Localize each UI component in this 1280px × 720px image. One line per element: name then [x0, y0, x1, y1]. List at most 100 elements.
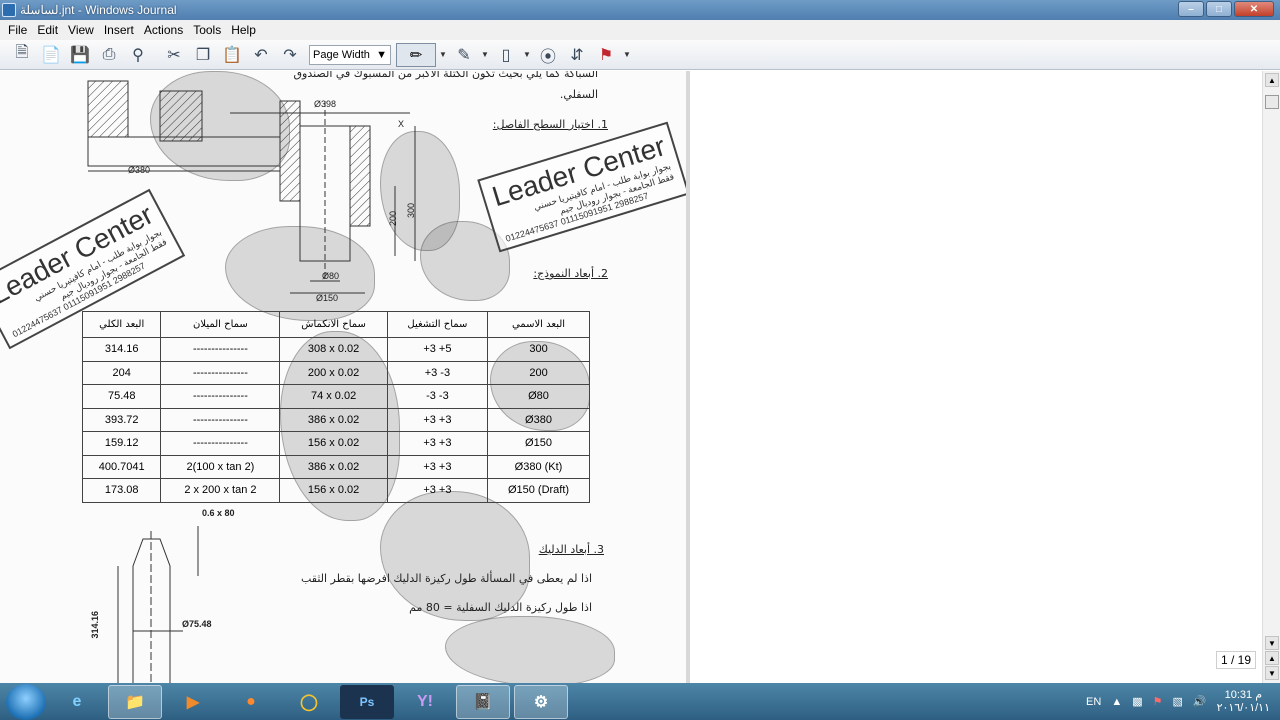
col-total: البعد الكلي — [81, 311, 162, 338]
section-3-line-1: اذا لم يعطى في المسألة طول ركيزة الدليك … — [300, 572, 592, 585]
col-draft: سماح الميلان — [160, 311, 281, 338]
copy-icon[interactable]: ❐ — [189, 42, 217, 68]
minimize-button[interactable]: – — [1178, 1, 1204, 17]
yahoo-messenger-icon[interactable]: Y! — [398, 685, 452, 719]
menu-edit[interactable]: Edit — [32, 23, 63, 37]
table-cell: 159.12 — [81, 431, 162, 456]
section-3-line-2: اذا طول ركيزة الدليك السفلية = 80 مم — [409, 601, 592, 614]
dim-label: Ø150 — [316, 293, 339, 303]
table-cell: 156 x 0.02 — [279, 478, 388, 503]
menu-tools[interactable]: Tools — [188, 23, 226, 37]
volume-icon[interactable]: 🔊 — [1193, 695, 1207, 708]
app-icon[interactable]: ⚙ — [514, 684, 568, 719]
table-cell: --------------- — [160, 384, 281, 409]
dim-label: 300 — [406, 203, 416, 219]
window-title: لساسلة.jnt - Windows Journal — [20, 3, 177, 17]
title-bar: لساسلة.jnt - Windows Journal – □ ✕ — [0, 0, 1280, 20]
print-icon[interactable]: ⎙ — [95, 42, 123, 68]
firefox-icon[interactable]: ● — [224, 685, 278, 719]
col-shrink: سماح الانكماش — [279, 311, 388, 338]
clock[interactable]: 10:31 م ٢٠١٦/٠١/١١ — [1217, 689, 1270, 715]
scroll-down-icon[interactable]: ▼ — [1265, 636, 1279, 650]
redo-icon[interactable]: ↷ — [276, 42, 304, 68]
paste-icon[interactable]: 📋 — [218, 42, 246, 68]
security-flag-icon[interactable]: ⚑ — [1153, 695, 1163, 708]
close-button[interactable]: ✕ — [1234, 1, 1274, 17]
taskbar: e 📁 ▶ ● ◯ Ps Y! 📓 ⚙ EN ▲ ▩ ⚑ ▧ 🔊 10:31 م… — [0, 683, 1280, 720]
blank-canvas[interactable] — [694, 71, 1262, 683]
eraser-dropdown-icon[interactable]: ▼ — [521, 50, 533, 59]
table-cell: 200 x 0.02 — [279, 360, 388, 385]
table-cell: 386 x 0.02 — [279, 454, 388, 479]
scroll-thumb[interactable] — [1265, 95, 1279, 109]
previous-page-icon[interactable]: ▲ — [1265, 651, 1279, 665]
find-icon[interactable]: ⚲ — [124, 42, 152, 68]
media-player-icon[interactable]: ▶ — [166, 685, 220, 719]
menu-help[interactable]: Help — [226, 23, 261, 37]
pen-icon[interactable]: ✏ — [396, 42, 436, 67]
scan-artifact — [445, 616, 615, 683]
pen-dropdown-icon[interactable]: ▼ — [437, 50, 449, 59]
ie-icon[interactable]: e — [50, 685, 104, 719]
journal-icon[interactable]: 📓 — [456, 684, 510, 719]
highlighter-dropdown-icon[interactable]: ▼ — [479, 50, 491, 59]
document-area[interactable]: Ø380 Ø398 X 300 200 Ø80 Ø150 السباكة كما… — [0, 71, 1262, 683]
maximize-button[interactable]: □ — [1206, 1, 1232, 17]
network-icon[interactable]: ▩ — [1132, 695, 1142, 708]
table-cell: +3 +3 — [386, 454, 489, 479]
table-cell: +3 +3 — [386, 407, 489, 432]
menu-view[interactable]: View — [63, 23, 99, 37]
dim-label: X — [398, 119, 405, 129]
table-cell: +3 +3 — [386, 478, 489, 503]
tray-chevron-icon[interactable]: ▲ — [1111, 696, 1122, 708]
table-cell: --------------- — [160, 407, 281, 432]
lasso-icon[interactable]: ⦿ — [534, 42, 562, 68]
table-row: 314.16 --------------- 308 x 0.02 +3 +5 300 — [81, 337, 590, 362]
heading-line-2: السفلي. — [559, 88, 598, 101]
journal-page[interactable]: Ø380 Ø398 X 300 200 Ø80 Ø150 السباكة كما… — [0, 71, 690, 683]
eraser-icon[interactable]: ▯ — [492, 42, 520, 68]
heading-line-1: السباكة كما يلي بحيث تكون الكتلة الأكبر … — [293, 71, 598, 80]
flag-dropdown-icon[interactable]: ▼ — [621, 50, 633, 59]
dim-label: 200 — [388, 211, 398, 227]
system-tray: EN ▲ ▩ ⚑ ▧ 🔊 10:31 م ٢٠١٦/٠١/١١ — [1086, 683, 1280, 720]
table-cell: Ø80 — [487, 384, 590, 409]
battery-icon[interactable]: ▧ — [1173, 695, 1183, 708]
flag-icon[interactable]: ⚑ — [592, 42, 620, 68]
table-row: 400.7041 2(100 x tan 2) 386 x 0.02 +3 +3 Ø38… — [81, 454, 590, 479]
undo-icon[interactable]: ↶ — [247, 42, 275, 68]
explorer-icon[interactable]: 📁 — [108, 684, 162, 719]
cut-icon[interactable]: ✂ — [160, 42, 188, 68]
photoshop-icon[interactable]: Ps — [340, 684, 394, 719]
table-cell: 173.08 — [81, 478, 162, 503]
journal-app-icon[interactable] — [2, 3, 16, 17]
section-2-title: 2. أبعاد النموذج: — [533, 267, 608, 280]
menu-file[interactable]: File — [3, 23, 32, 37]
zoom-select[interactable]: Page Width ▼ — [309, 44, 391, 65]
dim-label: Ø75.48 — [182, 619, 212, 629]
new-page-icon[interactable]: 📄 — [37, 42, 65, 68]
table-row: 173.08 2 x 200 x tan 2 156 x 0.02 +3 +3 Ø150… — [81, 478, 590, 503]
highlighter-icon[interactable]: ✎ — [450, 42, 478, 68]
table-cell: +3 -3 — [386, 360, 489, 385]
col-machining: سماح التشغيل — [386, 311, 489, 338]
table-row: 204 --------------- 200 x 0.02 +3 -3 200 — [81, 360, 590, 385]
table-row: 393.72 --------------- 386 x 0.02 +3 +3 Ø380 — [81, 407, 590, 432]
section-3-title: 3. أبعاد الدليك — [538, 543, 604, 556]
save-icon[interactable]: 💾 — [66, 42, 94, 68]
next-page-icon[interactable]: ▼ — [1265, 666, 1279, 680]
dim-label: 0.6 x 80 — [202, 508, 235, 518]
table-cell: +3 +5 — [386, 337, 489, 362]
chrome-icon[interactable]: ◯ — [282, 685, 336, 719]
zoom-value: Page Width — [313, 48, 370, 61]
menu-insert[interactable]: Insert — [99, 23, 139, 37]
insert-space-icon[interactable]: ⇵ — [563, 42, 591, 68]
menu-actions[interactable]: Actions — [139, 23, 188, 37]
table-cell: 300 — [487, 337, 590, 362]
scroll-up-icon[interactable]: ▲ — [1265, 73, 1279, 87]
language-indicator[interactable]: EN — [1086, 696, 1101, 708]
start-button[interactable] — [6, 683, 46, 720]
new-note-icon[interactable]: 🗎 — [8, 42, 36, 68]
window-controls: – □ ✕ — [1178, 1, 1274, 17]
vertical-scrollbar[interactable]: ▲ ▼ ▲ ▼ — [1262, 71, 1280, 683]
